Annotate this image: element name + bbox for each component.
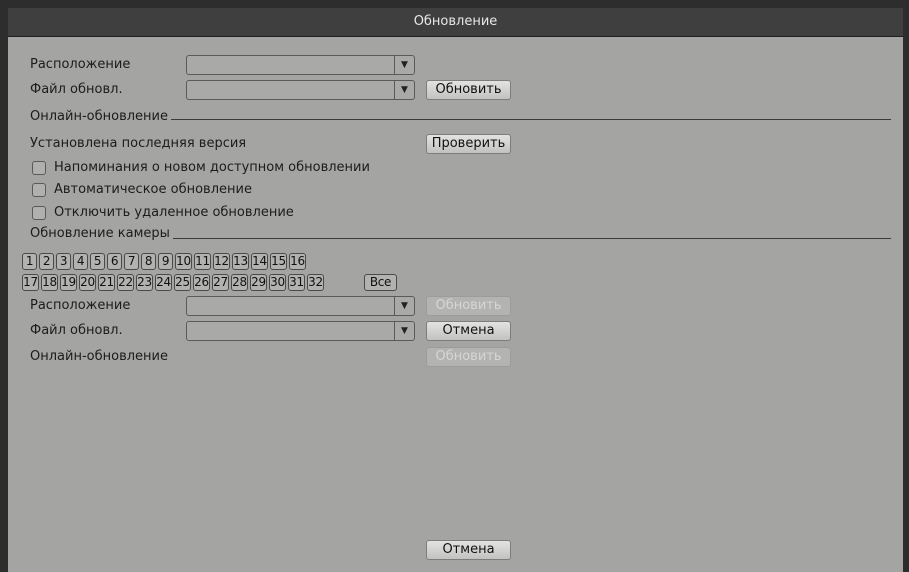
camera-channel-button[interactable]: 19	[60, 274, 77, 291]
camera-channel-button[interactable]: 16	[289, 253, 306, 270]
camera-channel-button[interactable]: 22	[117, 274, 134, 291]
location-select[interactable]: ▼	[186, 55, 415, 75]
camera-channel-button[interactable]: 18	[41, 274, 58, 291]
disable-remote-update-checkbox[interactable]	[32, 206, 46, 220]
camera-channel-button[interactable]: 1	[22, 253, 37, 270]
all-channels-button[interactable]: Все	[364, 274, 397, 291]
camera-channel-button[interactable]: 24	[155, 274, 172, 291]
camera-location-select[interactable]: ▼	[186, 296, 415, 316]
camera-channel-button[interactable]: 6	[107, 253, 122, 270]
camera-channel-button[interactable]: 30	[269, 274, 286, 291]
camera-channel-button[interactable]: 5	[90, 253, 105, 270]
auto-update-checkbox[interactable]	[32, 183, 46, 197]
camera-channel-button[interactable]: 3	[56, 253, 71, 270]
camera-channel-button[interactable]: 20	[79, 274, 96, 291]
update-file-select[interactable]: ▼	[186, 80, 415, 100]
disable-remote-update-label: Отключить удаленное обновление	[54, 205, 294, 220]
update-dialog: Обновление Расположение ▼ Файл обновл. ▼…	[8, 8, 903, 572]
camera-channel-button[interactable]: 21	[98, 274, 115, 291]
camera-channel-button[interactable]: 28	[231, 274, 248, 291]
camera-channel-button[interactable]: 29	[250, 274, 267, 291]
camera-channel-button[interactable]: 8	[141, 253, 156, 270]
dropdown-arrow-icon[interactable]: ▼	[394, 322, 414, 340]
camera-channel-button[interactable]: 23	[136, 274, 153, 291]
camera-channel-button[interactable]: 14	[251, 253, 268, 270]
camera-channel-button[interactable]: 27	[212, 274, 229, 291]
update-button[interactable]: Обновить	[426, 80, 511, 100]
camera-update-button[interactable]: Обновить	[426, 296, 511, 316]
online-update-section-label: Онлайн-обновление	[30, 109, 168, 124]
auto-update-label: Автоматическое обновление	[54, 182, 252, 197]
camera-channel-button[interactable]: 2	[39, 253, 54, 270]
camera-channel-button[interactable]: 13	[232, 253, 249, 270]
footer-cancel-button[interactable]: Отмена	[426, 540, 511, 560]
dropdown-arrow-icon[interactable]: ▼	[394, 297, 414, 315]
camera-cancel-button[interactable]: Отмена	[426, 321, 511, 341]
camera-file-label: Файл обновл.	[30, 323, 123, 338]
camera-update-section-label: Обновление камеры	[30, 226, 170, 241]
location-label: Расположение	[30, 57, 131, 72]
camera-channel-button[interactable]: 26	[193, 274, 210, 291]
camera-channel-button[interactable]: 15	[270, 253, 287, 270]
dropdown-arrow-icon[interactable]: ▼	[394, 81, 414, 99]
camera-channel-button[interactable]: 9	[158, 253, 173, 270]
camera-file-select[interactable]: ▼	[186, 321, 415, 341]
camera-channel-button[interactable]: 12	[213, 253, 230, 270]
version-status-text: Установлена последняя версия	[30, 136, 247, 151]
camera-channel-button[interactable]: 17	[22, 274, 39, 291]
camera-online-update-button[interactable]: Обновить	[426, 347, 511, 367]
camera-online-update-label: Онлайн-обновление	[30, 349, 168, 364]
section-divider	[173, 238, 891, 239]
camera-channel-button[interactable]: 7	[124, 253, 139, 270]
check-button[interactable]: Проверить	[426, 134, 511, 154]
reminder-checkbox[interactable]	[32, 161, 46, 175]
dialog-title: Обновление	[8, 8, 903, 37]
camera-channel-button[interactable]: 32	[307, 274, 324, 291]
reminder-label: Напоминания о новом доступном обновлении	[54, 160, 370, 175]
camera-channel-button[interactable]: 11	[194, 253, 211, 270]
camera-channel-button[interactable]: 4	[73, 253, 88, 270]
camera-channel-button[interactable]: 10	[175, 253, 192, 270]
update-file-label: Файл обновл.	[30, 82, 123, 97]
camera-channel-button[interactable]: 31	[288, 274, 305, 291]
camera-channel-button[interactable]: 25	[174, 274, 191, 291]
dropdown-arrow-icon[interactable]: ▼	[394, 56, 414, 74]
section-divider	[171, 119, 891, 120]
camera-location-label: Расположение	[30, 298, 131, 313]
